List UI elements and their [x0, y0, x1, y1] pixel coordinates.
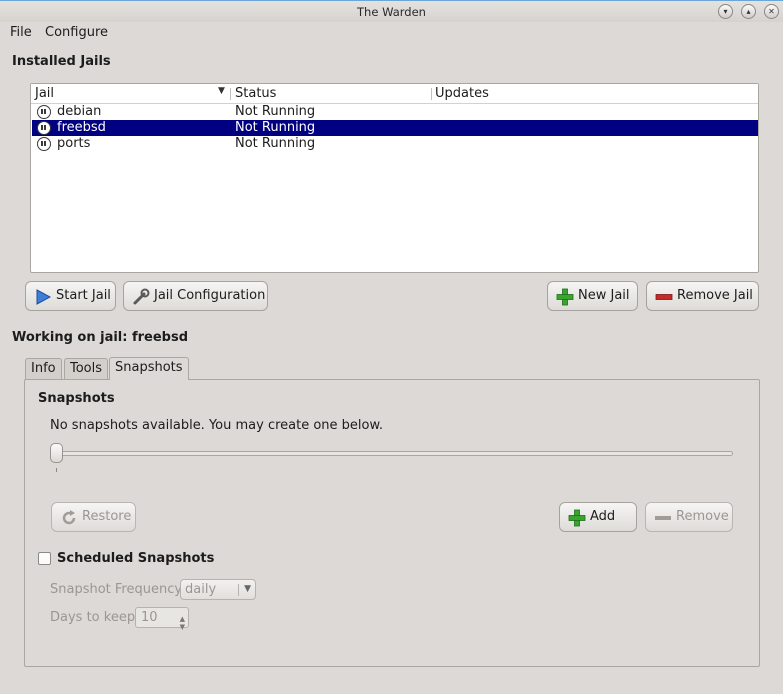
column-separator: [230, 88, 231, 100]
jail-row-ports[interactable]: ports Not Running: [32, 136, 758, 152]
scheduled-snapshots-label: Scheduled Snapshots: [57, 551, 215, 566]
window-titlebar: The Warden ▾ ▴ ✕: [0, 0, 783, 22]
menu-file[interactable]: File: [10, 25, 32, 40]
snapshot-frequency-value: daily: [185, 582, 217, 597]
minus-icon: [655, 294, 673, 300]
sort-down-icon: ▼: [218, 86, 225, 96]
scheduled-snapshots-checkbox[interactable]: [38, 552, 51, 565]
tab-tools-label: Tools: [70, 361, 103, 376]
installed-jails-title: Installed Jails: [12, 54, 111, 69]
menubar: File Configure: [0, 22, 783, 44]
maximize-icon[interactable]: ▴: [741, 4, 756, 19]
tab-snapshots-label: Snapshots: [115, 360, 183, 375]
start-jail-label: Start Jail: [56, 288, 111, 303]
menu-configure[interactable]: Configure: [45, 25, 108, 40]
add-snapshot-button[interactable]: Add: [559, 502, 637, 532]
jail-name: ports: [57, 136, 91, 151]
chevron-down-icon: ▼: [244, 584, 251, 594]
days-to-keep-label: Days to keep: [50, 610, 136, 625]
play-icon: [36, 289, 52, 305]
start-jail-button[interactable]: Start Jail: [25, 281, 116, 311]
snapshot-frequency-select[interactable]: daily ▼: [180, 579, 256, 600]
snapshots-title: Snapshots: [38, 391, 115, 406]
column-header-status[interactable]: Status: [235, 86, 276, 101]
restore-button[interactable]: Restore: [51, 502, 136, 532]
tab-tools[interactable]: Tools: [64, 358, 109, 380]
snapshot-frequency-label: Snapshot Frequency: [50, 582, 183, 597]
remove-jail-label: Remove Jail: [677, 288, 753, 303]
days-to-keep-spinbox[interactable]: 10 ▲ ▼: [135, 607, 189, 631]
minimize-icon[interactable]: ▾: [718, 4, 733, 19]
spin-down-icon[interactable]: ▼: [180, 618, 185, 637]
pause-icon: [37, 121, 51, 135]
working-on-title: Working on jail: freebsd: [12, 330, 189, 345]
slider-tick: [56, 468, 57, 472]
add-label: Add: [590, 509, 616, 524]
remove-snapshot-button[interactable]: Remove: [645, 502, 733, 532]
menu-configure-label: Configure: [45, 25, 109, 40]
jail-configuration-button[interactable]: Jail Configuration: [123, 281, 268, 311]
jail-status: Not Running: [235, 120, 316, 135]
snapshot-slider-handle[interactable]: [50, 443, 63, 463]
snapshots-message: No snapshots available. You may create o…: [50, 418, 384, 433]
jail-status: Not Running: [235, 104, 316, 119]
tab-snapshots[interactable]: Snapshots: [109, 357, 189, 380]
remove-label: Remove: [676, 509, 729, 524]
combo-separator: [238, 584, 239, 596]
tab-info-label: Info: [31, 361, 56, 376]
window-title: The Warden: [357, 5, 426, 19]
remove-jail-button[interactable]: Remove Jail: [646, 281, 759, 311]
wrench-icon: [133, 288, 150, 305]
days-to-keep-value: 10: [141, 610, 158, 625]
jail-configuration-label: Jail Configuration: [154, 288, 266, 303]
pause-icon: [37, 105, 51, 119]
tab-info[interactable]: Info: [25, 358, 62, 380]
plus-icon: [556, 288, 574, 306]
minus-icon: [655, 516, 671, 520]
new-jail-button[interactable]: New Jail: [547, 281, 638, 311]
column-separator: [431, 88, 432, 100]
close-icon[interactable]: ✕: [764, 4, 779, 19]
jail-list-header: Jail ▼ Status Updates: [31, 84, 758, 104]
column-header-updates[interactable]: Updates: [435, 86, 489, 101]
jail-status: Not Running: [235, 136, 316, 151]
plus-icon: [568, 509, 586, 527]
jail-list[interactable]: Jail ▼ Status Updates debian Not Running…: [30, 83, 759, 273]
new-jail-label: New Jail: [578, 288, 630, 303]
restore-icon: [62, 510, 76, 525]
jail-name: freebsd: [57, 120, 106, 135]
jail-row-debian[interactable]: debian Not Running: [32, 104, 758, 120]
jail-name: debian: [57, 104, 102, 119]
restore-label: Restore: [82, 509, 132, 524]
pause-icon: [37, 137, 51, 151]
jail-row-freebsd[interactable]: freebsd Not Running: [32, 120, 758, 136]
menu-file-label: File: [10, 25, 32, 40]
column-header-jail[interactable]: Jail: [35, 86, 54, 101]
snapshot-slider-track[interactable]: [50, 451, 733, 456]
